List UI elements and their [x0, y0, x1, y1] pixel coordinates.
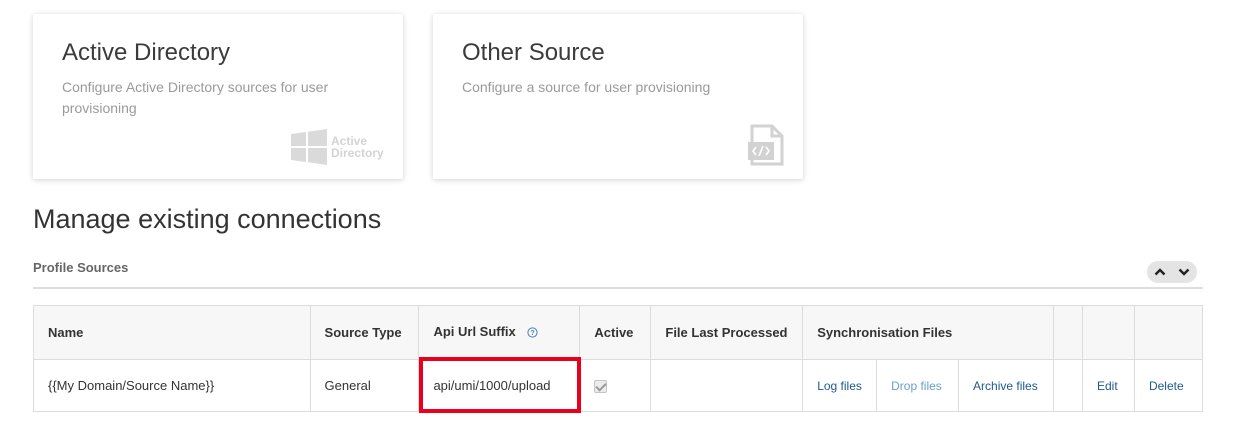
cell-active: [579, 359, 652, 412]
cell-blank: [1052, 359, 1083, 412]
profile-sources-label: Profile Sources: [33, 260, 129, 275]
profile-sources-table: Name Source Type Api Url Suffix ? Active…: [33, 305, 1204, 412]
collapse-toggle-button[interactable]: [1147, 261, 1197, 283]
windows-logo-icon: Active Directory: [291, 127, 391, 167]
delete-link[interactable]: Delete: [1149, 379, 1184, 393]
header-source-type: Source Type: [309, 305, 420, 360]
active-directory-card[interactable]: Active Directory Configure Active Direct…: [33, 14, 403, 179]
chevron-down-icon[interactable]: [1178, 268, 1190, 276]
header-active: Active: [579, 305, 652, 360]
header-api-url-suffix: Api Url Suffix ?: [418, 305, 581, 360]
cell-file-last-processed: [650, 359, 804, 412]
help-icon[interactable]: ?: [527, 326, 539, 341]
other-source-description: Configure a source for user provisioning: [462, 79, 711, 95]
other-source-card[interactable]: Other Source Configure a source for user…: [433, 14, 803, 179]
panel-divider: [33, 287, 1203, 289]
header-file-last-processed: File Last Processed: [650, 305, 804, 360]
table-row: {{My Domain/Source Name}} General api/um…: [33, 359, 1204, 412]
chevron-up-icon[interactable]: [1154, 268, 1166, 276]
edit-link[interactable]: Edit: [1097, 379, 1118, 393]
cell-log-files: Log files: [802, 359, 878, 412]
header-blank-1: [1052, 305, 1083, 360]
active-checkbox: [594, 380, 608, 394]
cell-source-type: General: [309, 359, 420, 412]
manage-connections-heading: Manage existing connections: [33, 204, 382, 234]
header-api-url-suffix-label: Api Url Suffix: [433, 324, 516, 340]
header-synchronisation-files: Synchronisation Files: [802, 305, 1054, 360]
cell-name: {{My Domain/Source Name}}: [33, 359, 311, 412]
active-directory-description: Configure Active Directory sources for u…: [62, 79, 329, 116]
header-blank-3: [1133, 305, 1204, 360]
cell-archive-files: Archive files: [958, 359, 1054, 412]
log-files-link[interactable]: Log files: [817, 379, 862, 393]
cell-drop-files: Drop files: [876, 359, 960, 412]
header-name: Name: [33, 305, 311, 360]
cell-edit: Edit: [1081, 359, 1135, 412]
table-header-row: Name Source Type Api Url Suffix ? Active…: [33, 305, 1204, 360]
cell-delete: Delete: [1133, 359, 1204, 412]
archive-files-link[interactable]: Archive files: [973, 379, 1038, 393]
drop-files-link[interactable]: Drop files: [891, 379, 942, 393]
svg-text:?: ?: [531, 330, 535, 337]
ad-logo-text-directory: Directory: [331, 146, 384, 160]
code-file-icon: [746, 124, 786, 171]
other-source-title: Other Source: [462, 39, 605, 66]
header-blank-2: [1081, 305, 1135, 360]
active-directory-title: Active Directory: [62, 39, 231, 66]
cell-api-url-suffix: api/umi/1000/upload: [418, 359, 581, 412]
